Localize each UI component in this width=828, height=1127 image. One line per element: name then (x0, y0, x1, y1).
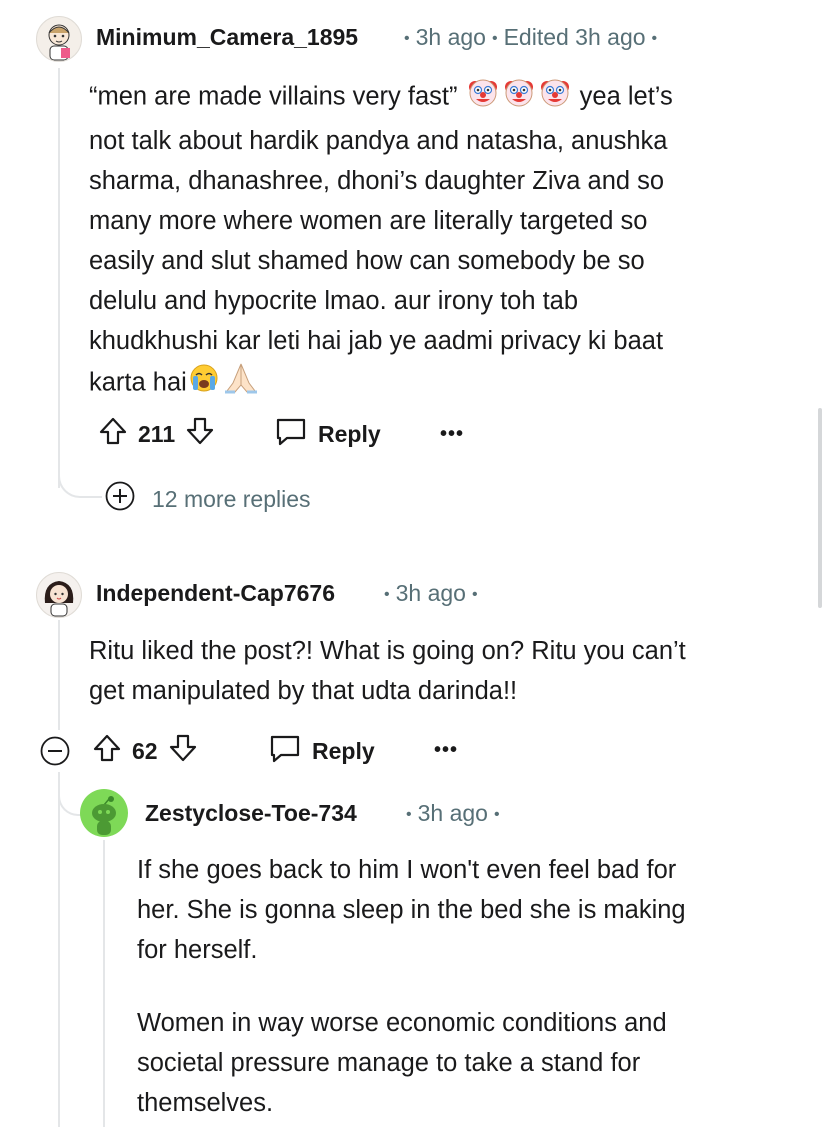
separator-dot: • (651, 29, 658, 47)
comment-body: “men are made villains very fast” yea le… (89, 75, 789, 407)
timestamp: 3h ago (417, 800, 488, 826)
thread-line-2b (58, 772, 60, 1127)
speech-bubble-icon (274, 414, 308, 454)
separator-dot: • (493, 805, 500, 823)
comment-line: not talk about hardik pandya and natasha… (89, 127, 668, 155)
clown-face-icon (537, 75, 573, 121)
comment-line: for herself. (137, 936, 258, 964)
comment-line: “men are made villains very fast” yea le… (89, 75, 789, 121)
edited-label: Edited 3h ago (503, 24, 646, 50)
plus-circle-icon (104, 480, 136, 518)
loudly-crying-face-icon (187, 362, 221, 406)
timestamp: 3h ago (395, 580, 466, 606)
arrow-down-icon[interactable] (183, 414, 217, 454)
clown-face-icon (501, 75, 537, 121)
more-options-button[interactable]: ••• (434, 739, 458, 762)
username[interactable]: Zestyclose-Toe-734 (145, 800, 357, 827)
avatar-cartoon-icon (44, 581, 74, 617)
thread-line-1 (58, 68, 60, 488)
separator-dot: • (384, 585, 390, 603)
comment-line: her. She is gonna sleep in the bed she i… (137, 896, 686, 924)
separator-dot: • (404, 29, 410, 47)
username[interactable]: Minimum_Camera_1895 (96, 24, 358, 51)
comment-body: Ritu liked the post?! What is going on? … (89, 631, 809, 711)
minus-circle-icon[interactable] (39, 735, 71, 772)
comment-line: sharma, dhanashree, dhoni’s daughter Ziv… (89, 167, 665, 195)
snoo-icon (92, 796, 116, 835)
thread-line-2 (58, 620, 60, 730)
username[interactable]: Independent-Cap7676 (96, 580, 335, 607)
quote-text: “men are made villains very fast” (89, 82, 458, 111)
reply-label: Reply (318, 420, 381, 447)
separator-dot: • (471, 585, 478, 603)
comment-line: Ritu liked the post?! What is going on? … (89, 637, 686, 665)
comment-body: If she goes back to him I won't even fee… (137, 850, 817, 1123)
avatar[interactable] (36, 572, 82, 618)
speech-bubble-icon (268, 731, 302, 771)
comment-line: get manipulated by that udta darinda!! (89, 677, 518, 705)
comment-line: karta hai (89, 361, 789, 407)
comment-line: If she goes back to him I won't even fee… (137, 856, 677, 884)
thread-line-3 (103, 840, 105, 1127)
arrow-down-icon[interactable] (166, 731, 200, 771)
vote-count: 211 (138, 420, 176, 447)
vote-bar: 211 (96, 415, 217, 453)
avatar[interactable] (36, 16, 82, 62)
avatar[interactable] (80, 789, 128, 837)
avatar-cartoon-icon (48, 24, 70, 61)
clown-face-icon (465, 75, 501, 121)
comment-line: Women in way worse economic conditions a… (137, 1009, 667, 1037)
comment-line: easily and slut shamed how can somebody … (89, 247, 645, 275)
arrow-up-icon[interactable] (96, 414, 130, 454)
reply-label: Reply (312, 737, 375, 764)
comment-line: delulu and hypocrite lmao. aur irony toh… (89, 287, 579, 315)
comment-text: karta hai (89, 368, 187, 397)
arrow-up-icon[interactable] (90, 731, 124, 771)
scrollbar[interactable] (818, 408, 822, 608)
comment-line: themselves. (137, 1089, 274, 1117)
more-options-button[interactable]: ••• (440, 423, 464, 446)
timestamp: 3h ago (415, 24, 486, 50)
comment-meta: • 3h ago • Edited 3h ago • (398, 24, 663, 51)
comment-line: societal pressure manage to take a stand… (137, 1049, 641, 1077)
more-replies-label: 12 more replies (152, 485, 311, 512)
reply-button[interactable]: Reply (274, 415, 381, 453)
separator-dot: • (406, 805, 412, 823)
vote-count: 62 (132, 737, 158, 764)
thread-curve-1 (58, 468, 102, 498)
comment-meta: • 3h ago • (378, 580, 484, 607)
reply-button[interactable]: Reply (268, 732, 375, 770)
vote-bar: 62 (90, 732, 200, 770)
comment-text: yea let’s (579, 82, 673, 111)
separator-dot: • (491, 29, 498, 47)
comment-meta: • 3h ago • (400, 800, 506, 827)
comment-line: many more where women are literally targ… (89, 207, 648, 235)
folded-hands-icon (221, 361, 261, 407)
comment-line: khudkhushi kar leti hai jab ye aadmi pri… (89, 327, 664, 355)
more-replies-button[interactable]: 12 more replies (104, 480, 311, 518)
